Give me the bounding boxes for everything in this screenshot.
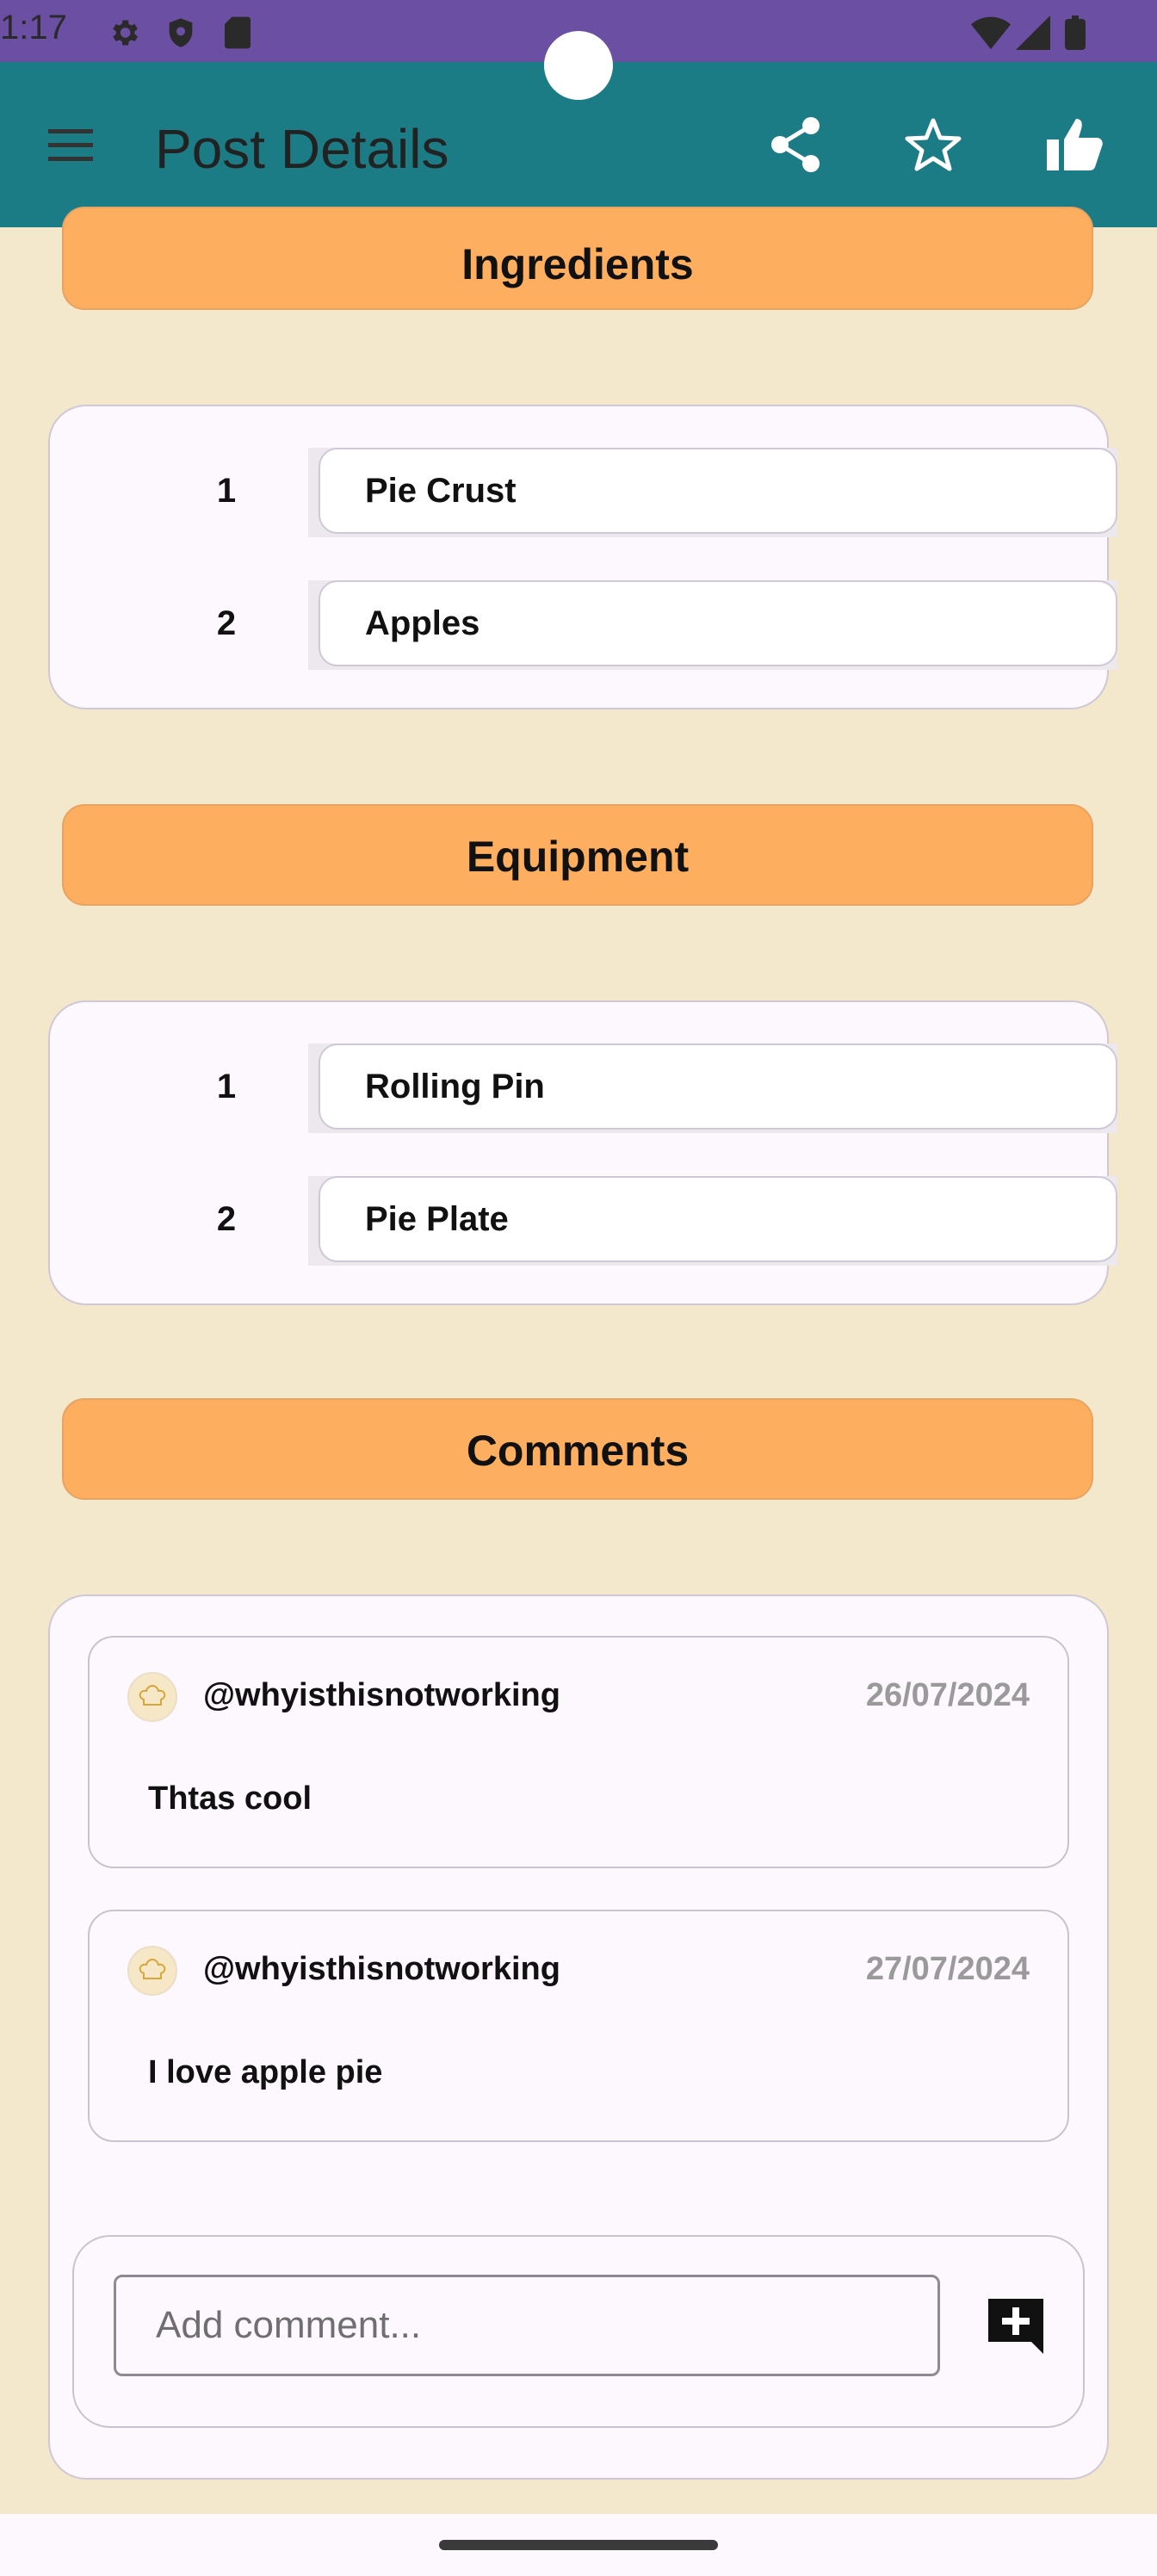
comment-username[interactable]: @whyisthisnotworking: [203, 1677, 560, 1714]
menu-icon[interactable]: [36, 110, 105, 179]
ingredient-number: 1: [216, 472, 237, 510]
battery-icon: [1065, 15, 1086, 50]
ingredient-field[interactable]: Pie Crust: [319, 448, 1117, 534]
equipment-number: 2: [216, 1200, 237, 1238]
add-comment-input[interactable]: Add comment...: [114, 2275, 940, 2376]
signal-icon: [1016, 15, 1050, 50]
avatar[interactable]: [127, 1946, 177, 1996]
status-time: 1:17: [0, 9, 67, 46]
share-icon[interactable]: [761, 110, 830, 179]
settings-icon: [113, 20, 138, 46]
comment-item: @whyisthisnotworking 26/07/2024 Thtas co…: [88, 1636, 1069, 1868]
equipment-field[interactable]: Pie Plate: [319, 1176, 1117, 1262]
chef-hat-icon: [139, 1685, 166, 1706]
wifi-icon: [971, 16, 1011, 50]
add-comment-icon[interactable]: [981, 2292, 1050, 2361]
ingredients-header: Ingredients: [62, 207, 1093, 310]
comment-date: 27/07/2024: [865, 1951, 1030, 1987]
comment-date: 26/07/2024: [865, 1677, 1030, 1713]
sd-card-icon: [225, 16, 251, 49]
home-indicator[interactable]: [439, 2540, 718, 2550]
camera-cutout: [544, 31, 613, 100]
comment-username[interactable]: @whyisthisnotworking: [203, 1951, 560, 1988]
equipment-header: Equipment: [62, 804, 1093, 906]
equipment-field[interactable]: Rolling Pin: [319, 1043, 1117, 1130]
equipment-card: 1 Rolling Pin 2 Pie Plate: [48, 1000, 1117, 1305]
star-icon[interactable]: [899, 110, 968, 179]
equipment-number: 1: [216, 1068, 237, 1105]
comment-text: Thtas cool: [148, 1780, 312, 1817]
avatar[interactable]: [127, 1672, 177, 1722]
comments-header: Comments: [62, 1398, 1093, 1500]
chef-hat-icon: [139, 1959, 166, 1979]
ingredient-field[interactable]: Apples: [319, 580, 1117, 666]
thumbs-up-icon[interactable]: [1040, 110, 1109, 179]
ingredients-card: 1 Pie Crust 2 Apples: [48, 405, 1117, 709]
comment-item: @whyisthisnotworking 27/07/2024 I love a…: [88, 1910, 1069, 2142]
shield-icon: [169, 18, 193, 47]
page-title: Post Details: [155, 118, 449, 180]
ingredient-number: 2: [216, 604, 237, 642]
comment-text: I love apple pie: [148, 2054, 383, 2090]
